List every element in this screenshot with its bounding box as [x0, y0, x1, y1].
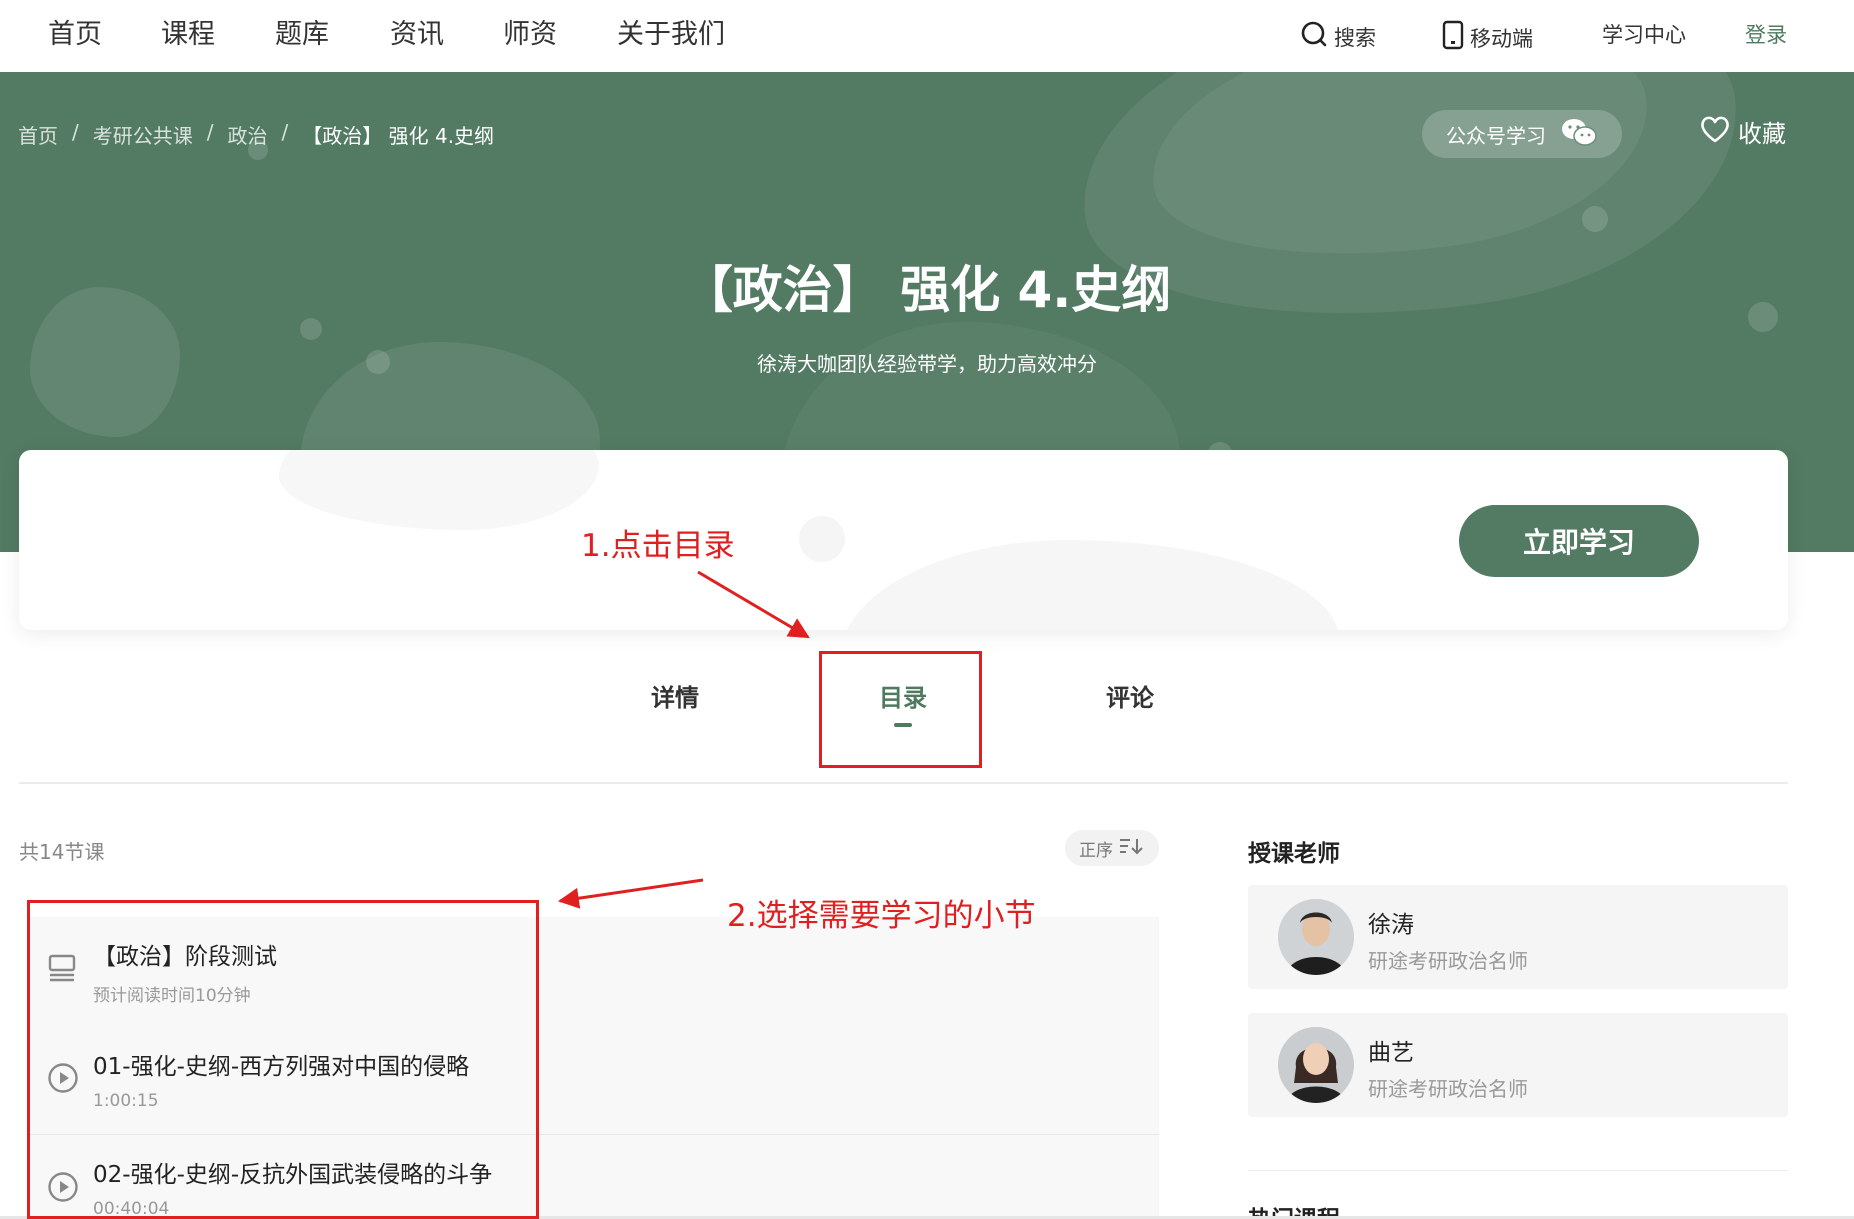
decor-dot: [799, 516, 845, 562]
course-title: 【政治】 强化 4.史纲: [682, 261, 1172, 319]
favorite-button[interactable]: 收藏: [1700, 114, 1786, 149]
breadcrumb-separator: /: [72, 120, 79, 144]
breadcrumb-politics[interactable]: 政治: [228, 120, 268, 149]
breadcrumb-separator: /: [206, 120, 214, 144]
mobile-label: 移动端: [1470, 27, 1533, 51]
annotation-step2: 2.选择需要学习的小节: [727, 898, 1036, 934]
lesson-count: 共14节课: [19, 840, 105, 864]
decor-dot: [1582, 206, 1608, 232]
sidebar-divider: [1248, 1170, 1788, 1171]
top-nav: 首页 课程 题库 资讯 师资 关于我们 搜索 移动端 学习中心 登录: [0, 0, 1854, 72]
annotation-step1: 1.点击目录: [581, 528, 735, 564]
favorite-label: 收藏: [1738, 120, 1786, 148]
nav-home[interactable]: 首页: [48, 17, 102, 53]
teachers-heading: 授课老师: [1248, 841, 1340, 867]
nav-courses[interactable]: 课程: [161, 17, 215, 53]
annotation-box-lessons: [27, 900, 539, 1219]
sort-label: 正序: [1079, 840, 1113, 861]
teacher-name: 徐涛: [1368, 912, 1414, 938]
mobile-button[interactable]: 移动端: [1442, 20, 1533, 58]
teacher-card[interactable]: 曲艺 研途考研政治名师: [1248, 1013, 1788, 1117]
teacher-name: 曲艺: [1368, 1040, 1414, 1066]
decor-blob: [839, 540, 1339, 630]
decor-blob: [279, 450, 599, 530]
annotation-box-catalog-tab: [819, 651, 982, 768]
wechat-follow-button[interactable]: 公众号学习: [1422, 110, 1622, 158]
breadcrumb: 首页 / 考研公共课 / 政治 / 【政治】 强化 4.史纲: [18, 120, 494, 149]
heart-icon: [1700, 115, 1730, 149]
search-button[interactable]: 搜索: [1300, 20, 1376, 56]
study-center-link[interactable]: 学习中心: [1602, 20, 1686, 50]
breadcrumb-current: 【政治】 强化 4.史纲: [302, 124, 495, 148]
nav-question-bank[interactable]: 题库: [275, 17, 329, 53]
teacher-avatar: [1278, 1027, 1354, 1103]
tab-details[interactable]: 详情: [651, 678, 699, 713]
tab-comments[interactable]: 评论: [1106, 678, 1154, 713]
breadcrumb-public-courses[interactable]: 考研公共课: [93, 120, 193, 149]
login-link[interactable]: 登录: [1745, 20, 1787, 50]
sort-descending-icon: [1119, 837, 1145, 860]
mobile-phone-icon: [1442, 20, 1464, 58]
search-icon: [1300, 20, 1328, 56]
teacher-card[interactable]: 徐涛 研途考研政治名师: [1248, 885, 1788, 989]
arrow-to-lessons: [557, 878, 704, 909]
teacher-avatar: [1278, 899, 1354, 975]
teacher-title: 研途考研政治名师: [1368, 949, 1528, 973]
search-label: 搜索: [1334, 26, 1376, 50]
wechat-icon: [1560, 117, 1598, 152]
tabs-divider: [19, 782, 1788, 784]
teacher-title: 研途考研政治名师: [1368, 1077, 1528, 1101]
start-learning-button[interactable]: 立即学习: [1459, 505, 1699, 577]
nav-teachers[interactable]: 师资: [503, 17, 557, 53]
breadcrumb-separator: /: [281, 120, 289, 144]
course-subtitle: 徐涛大咖团队经验带学，助力高效冲分: [757, 352, 1097, 376]
nav-news[interactable]: 资讯: [390, 17, 444, 53]
sort-order-button[interactable]: 正序: [1065, 830, 1159, 866]
wechat-follow-label: 公众号学习: [1446, 123, 1546, 148]
nav-about-us[interactable]: 关于我们: [617, 17, 725, 53]
breadcrumb-home[interactable]: 首页: [18, 120, 58, 149]
